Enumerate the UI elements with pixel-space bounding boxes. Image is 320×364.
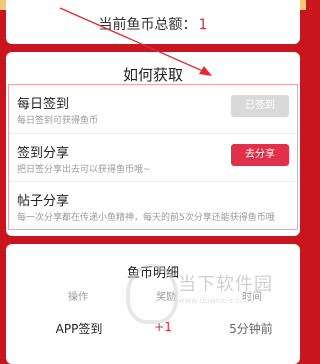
earn-item-checkin-share: 签到分享 把日签分享出去可以获得鱼币哦~ 去分享: [9, 133, 297, 182]
earn-card: 如何获取 每日签到 每日签到可获得鱼币 已签到 签到分享 把日签分享出去可以获得…: [6, 52, 300, 236]
detail-row-time: 5分钟前: [229, 322, 273, 336]
earn-item-daily-checkin: 每日签到 每日签到可获得鱼币 已签到: [9, 85, 297, 133]
downxia-logo-icon: [126, 264, 178, 324]
detail-row-action: APP签到: [55, 322, 103, 336]
watermark-text: 当下软件园: [178, 274, 273, 295]
earn-item-title: 帖子分享: [17, 194, 70, 209]
checked-in-button[interactable]: 已签到: [231, 95, 289, 117]
share-button[interactable]: 去分享: [231, 144, 289, 166]
watermark: 当下软件园 www.downxia.com: [120, 262, 300, 324]
balance-value: 1: [198, 17, 208, 33]
earn-item-post-share: 帖子分享 每一次分享都在传递小鱼精神，每天的前5次分享还能获得鱼币哦: [9, 181, 297, 230]
earn-item-title: 每日签到: [17, 97, 70, 112]
earn-list: 每日签到 每日签到可获得鱼币 已签到 签到分享 把日签分享出去可以获得鱼币哦~ …: [8, 84, 298, 230]
balance-line: 当前鱼币总额： 1: [6, 14, 300, 34]
earn-item-title: 签到分享: [17, 146, 70, 161]
earn-item-desc: 每日签到可获得鱼币: [17, 116, 99, 126]
balance-label: 当前鱼币总额：: [98, 17, 197, 33]
balance-card: 当前鱼币总额： 1: [6, 0, 300, 44]
earn-item-desc: 把日签分享出去可以获得鱼币哦~: [17, 165, 151, 175]
earn-item-desc: 每一次分享都在传递小鱼精神，每天的前5次分享还能获得鱼币哦: [17, 213, 275, 223]
column-header-action: 操作: [68, 292, 88, 303]
watermark-url: www.downxia.com: [178, 296, 253, 305]
earn-title: 如何获取: [122, 66, 183, 84]
